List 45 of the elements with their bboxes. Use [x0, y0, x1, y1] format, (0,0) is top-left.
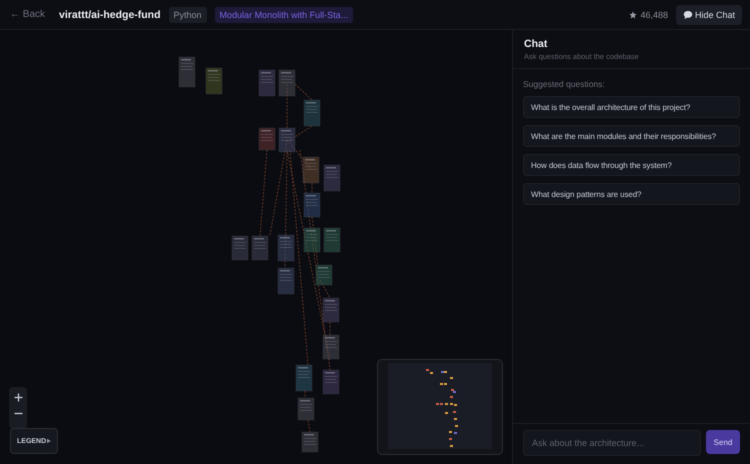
architecture-tag: Modular Monolith with Full-Sta...: [214, 6, 354, 22]
graph-node[interactable]: [316, 264, 332, 286]
graph-node[interactable]: [324, 228, 340, 252]
graph-node[interactable]: [252, 236, 268, 260]
graph-node[interactable]: [322, 370, 340, 394]
repo-name: virattt/ai-hedge-fund: [59, 8, 161, 20]
graph-node[interactable]: [322, 334, 340, 360]
graph-node[interactable]: [298, 398, 314, 420]
edge-line: [294, 84, 312, 100]
graph-node[interactable]: [232, 236, 248, 260]
graph-node[interactable]: [178, 56, 196, 88]
graph-node[interactable]: [278, 70, 296, 96]
graph-node[interactable]: [324, 164, 340, 192]
chat-input[interactable]: Ask about the architecture...: [523, 430, 701, 456]
graph-node[interactable]: [304, 228, 320, 252]
back-link[interactable]: ← Back: [10, 9, 46, 20]
edge-line: [308, 420, 310, 432]
suggested-question[interactable]: What are the main modules and their responsibilities?: [523, 125, 740, 147]
language-tag: Python: [168, 6, 207, 22]
caret-icon: [47, 438, 51, 444]
graph-node[interactable]: [278, 128, 296, 152]
graph-node[interactable]: [304, 192, 320, 218]
graph-node[interactable]: [278, 234, 294, 262]
graph-node[interactable]: [296, 364, 312, 392]
hide-chat-button[interactable]: Hide Chat: [676, 4, 742, 24]
graph-node[interactable]: [258, 128, 276, 150]
chat-bubble-icon: [682, 10, 693, 20]
send-button[interactable]: Send: [706, 430, 740, 454]
graph-node[interactable]: [322, 298, 340, 322]
graph-node[interactable]: [304, 100, 320, 126]
graph-node[interactable]: [278, 268, 294, 294]
suggested-question[interactable]: What design patterns are used?: [523, 183, 740, 205]
plus-icon: [14, 392, 22, 402]
graph-node[interactable]: [302, 156, 320, 184]
graph-node[interactable]: [206, 68, 222, 94]
suggested-question[interactable]: What is the overall architecture of this project?: [523, 96, 740, 118]
suggested-question[interactable]: How does data flow through the system?: [523, 154, 740, 176]
star-icon: [629, 10, 638, 18]
graph-node[interactable]: [302, 432, 318, 452]
star-count: 46,488: [629, 10, 668, 20]
graph-node[interactable]: [258, 70, 276, 96]
edge-line: [286, 84, 288, 128]
edge-line: [304, 390, 306, 398]
chat-title: Chat: [524, 38, 548, 50]
suggested-label: Suggested questions:: [523, 79, 606, 89]
